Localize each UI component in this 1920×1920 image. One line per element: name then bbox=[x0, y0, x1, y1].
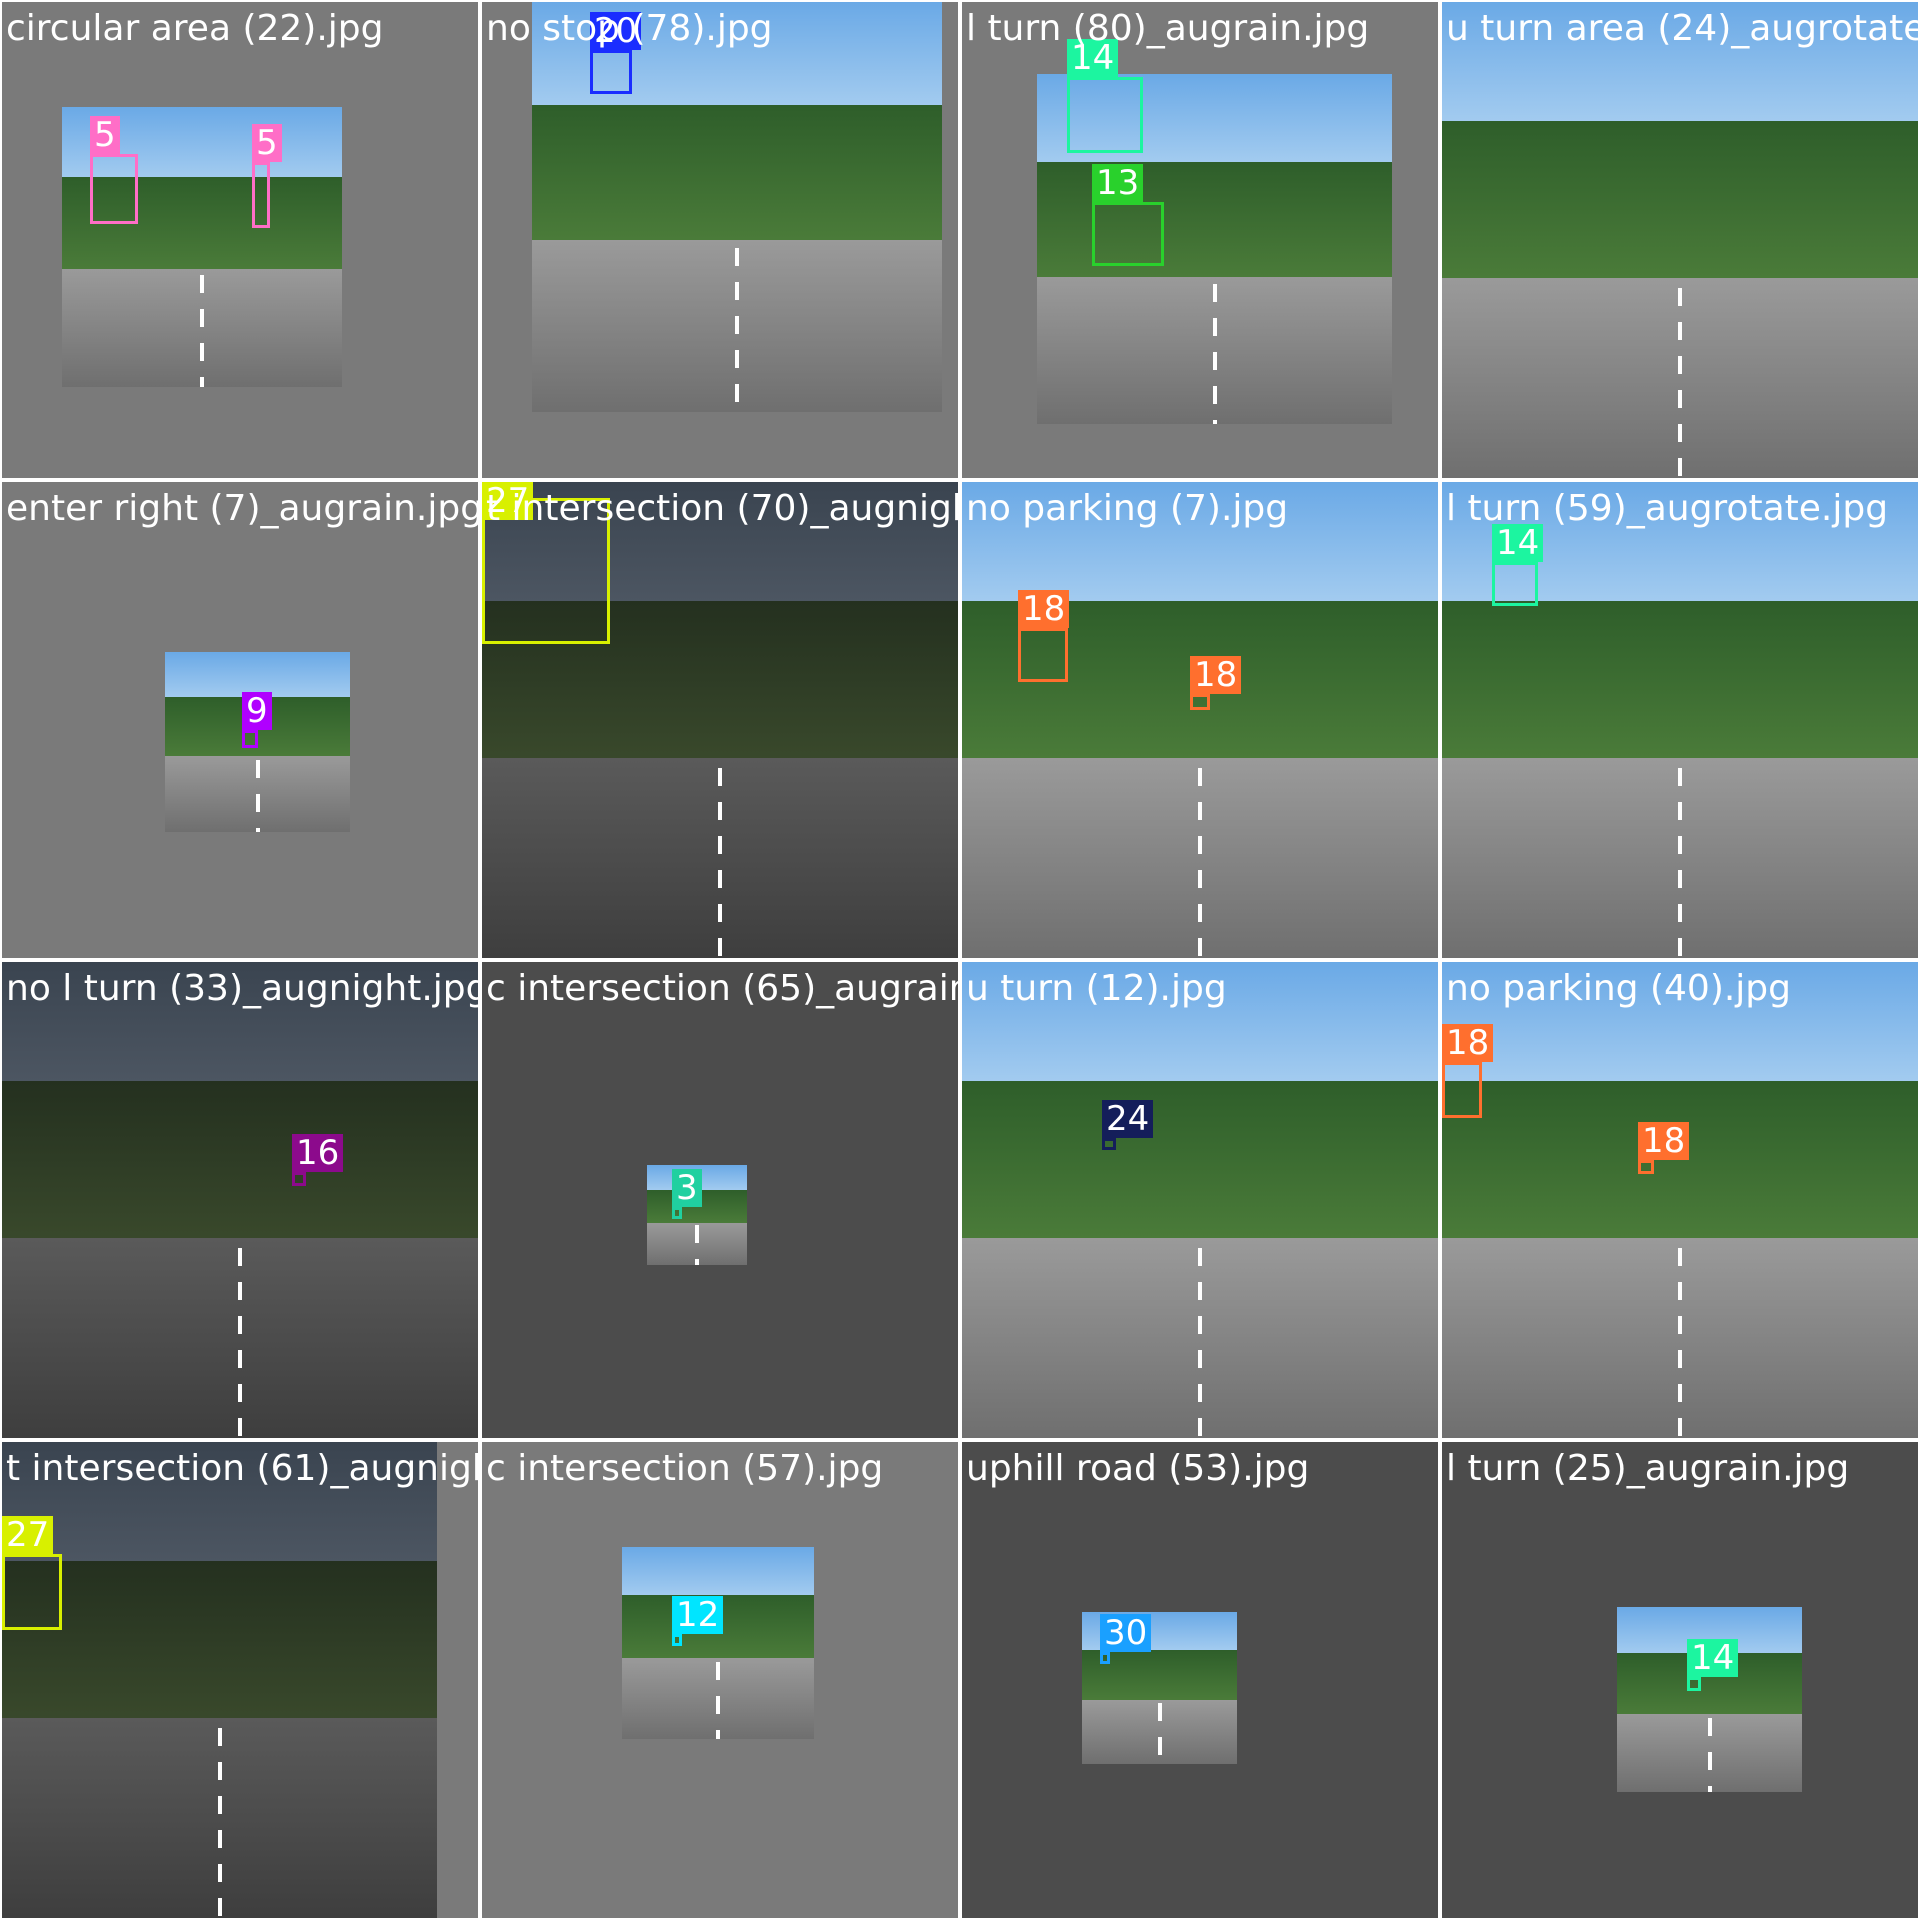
photo-trees bbox=[1037, 161, 1392, 284]
photo-lane bbox=[255, 760, 260, 832]
detection-label: 24 bbox=[1102, 1100, 1154, 1138]
tile-filename: no parking (7).jpg bbox=[966, 488, 1289, 529]
photo-lane bbox=[695, 1225, 699, 1265]
tile-filename: c intersection (57).jpg bbox=[486, 1448, 884, 1489]
tile-filename: c intersection (65)_augrain.jpg bbox=[486, 968, 958, 1009]
photo-trees bbox=[1442, 121, 1918, 288]
detection-box bbox=[672, 1634, 682, 1646]
tile-filename: u turn (12).jpg bbox=[966, 968, 1227, 1009]
detection-label: 18 bbox=[1442, 1024, 1494, 1062]
detection-label: 16 bbox=[292, 1134, 344, 1172]
detection-box bbox=[1100, 1652, 1110, 1664]
detection-label: 27 bbox=[2, 1516, 54, 1554]
mosaic-grid: 5 5 circular area (22).jpg 20 no stop (78).j… bbox=[0, 0, 1920, 1920]
photo-lane bbox=[718, 767, 722, 958]
image-tile[interactable]: 9 enter right (7)_augrain.jpg bbox=[2, 482, 478, 958]
photo bbox=[962, 962, 1438, 1438]
image-tile[interactable]: 5 5 circular area (22).jpg bbox=[2, 2, 478, 478]
tile-filename: circular area (22).jpg bbox=[6, 8, 384, 49]
detection-box bbox=[1067, 77, 1143, 153]
detection-box bbox=[252, 162, 270, 228]
photo-lane bbox=[1198, 767, 1202, 958]
image-tile[interactable]: u turn area (24)_augrotate.jpg bbox=[1442, 2, 1918, 478]
detection-label: 14 bbox=[1687, 1639, 1739, 1677]
detection-label: 18 bbox=[1018, 590, 1070, 628]
photo-trees bbox=[962, 1081, 1438, 1248]
photo bbox=[1442, 962, 1918, 1438]
detection-box bbox=[1102, 1138, 1116, 1150]
tile-filename: no stop (78).jpg bbox=[486, 8, 773, 49]
detection-label: 5 bbox=[252, 124, 282, 162]
photo-lane bbox=[1678, 767, 1682, 958]
detection-box bbox=[1687, 1677, 1701, 1691]
photo-trees bbox=[2, 1561, 437, 1728]
detection-label: 9 bbox=[242, 692, 272, 730]
photo-trees bbox=[1442, 601, 1918, 768]
image-tile[interactable]: 16 no l turn (33)_augnight.jpg bbox=[2, 962, 478, 1438]
tile-filename: t intersection (61)_augnight.jpg bbox=[6, 1448, 478, 1489]
detection-box bbox=[292, 1172, 306, 1186]
tile-filename: uphill road (53).jpg bbox=[966, 1448, 1310, 1489]
detection-box bbox=[90, 154, 138, 224]
detection-label: 12 bbox=[672, 1596, 724, 1634]
detection-box bbox=[1190, 694, 1210, 710]
detection-box bbox=[672, 1207, 682, 1219]
tile-filename: u turn area (24)_augrotate.jpg bbox=[1446, 8, 1918, 49]
photo-trees bbox=[2, 1081, 478, 1248]
photo-lane bbox=[217, 1727, 222, 1918]
image-tile[interactable]: 18 18 no parking (7).jpg bbox=[962, 482, 1438, 958]
image-tile[interactable]: 20 no stop (78).jpg bbox=[482, 2, 958, 478]
photo-trees bbox=[532, 104, 942, 248]
photo-lane bbox=[1678, 1247, 1682, 1438]
photo bbox=[2, 1442, 437, 1918]
tile-filename: l turn (25)_augrain.jpg bbox=[1446, 1448, 1850, 1489]
photo-lane bbox=[1198, 1247, 1202, 1438]
detection-label: 30 bbox=[1100, 1614, 1152, 1652]
photo-lane bbox=[1678, 287, 1682, 478]
detection-label: 18 bbox=[1190, 656, 1242, 694]
tile-filename: l turn (59)_augrotate.jpg bbox=[1446, 488, 1889, 529]
image-tile[interactable]: 27t intersection (70)_augnight.jpg bbox=[482, 482, 958, 958]
photo-lane bbox=[238, 1247, 242, 1438]
tile-filename: no l turn (33)_augnight.jpg bbox=[6, 968, 478, 1009]
detection-box bbox=[1638, 1160, 1654, 1174]
image-tile[interactable]: 24 u turn (12).jpg bbox=[962, 962, 1438, 1438]
image-tile[interactable]: 14 l turn (59)_augrotate.jpg bbox=[1442, 482, 1918, 958]
detection-label: 18 bbox=[1638, 1122, 1690, 1160]
image-tile[interactable]: 18 18 no parking (40).jpg bbox=[1442, 962, 1918, 1438]
detection-box bbox=[242, 730, 258, 748]
photo-lane bbox=[716, 1662, 720, 1739]
image-tile[interactable]: 12 c intersection (57).jpg bbox=[482, 1442, 958, 1918]
detection-box bbox=[1092, 202, 1164, 266]
tile-filename: enter right (7)_augrain.jpg bbox=[6, 488, 478, 529]
photo bbox=[1617, 1607, 1802, 1792]
detection-box bbox=[2, 1554, 62, 1630]
detection-box bbox=[590, 50, 632, 94]
photo bbox=[962, 482, 1438, 958]
image-tile[interactable]: 30 uphill road (53).jpg bbox=[962, 1442, 1438, 1918]
photo-lane bbox=[1212, 284, 1217, 424]
photo bbox=[1442, 2, 1918, 478]
detection-label: 3 bbox=[672, 1169, 702, 1207]
photo-lane bbox=[1157, 1703, 1162, 1764]
image-tile[interactable]: 14 l turn (25)_augrain.jpg bbox=[1442, 1442, 1918, 1918]
photo bbox=[2, 962, 478, 1438]
detection-box bbox=[1442, 1062, 1482, 1118]
detection-label: 13 bbox=[1092, 164, 1144, 202]
photo-lane bbox=[200, 275, 204, 387]
photo-trees bbox=[1442, 1081, 1918, 1248]
image-tile[interactable]: 14 13 l turn (80)_augrain.jpg bbox=[962, 2, 1438, 478]
tile-filename: no parking (40).jpg bbox=[1446, 968, 1792, 1009]
tile-filename: l turn (80)_augrain.jpg bbox=[966, 8, 1370, 49]
image-tile[interactable]: 3 c intersection (65)_augrain.jpg bbox=[482, 962, 958, 1438]
tile-filename: t intersection (70)_augnight.jpg bbox=[486, 488, 958, 529]
photo-lane bbox=[735, 248, 739, 412]
photo bbox=[622, 1547, 814, 1739]
image-tile[interactable]: 27 t intersection (61)_augnight.jpg bbox=[2, 1442, 478, 1918]
detection-box bbox=[1018, 628, 1068, 682]
photo-lane bbox=[1707, 1718, 1712, 1792]
detection-box bbox=[1492, 562, 1538, 606]
detection-label: 5 bbox=[90, 116, 120, 154]
